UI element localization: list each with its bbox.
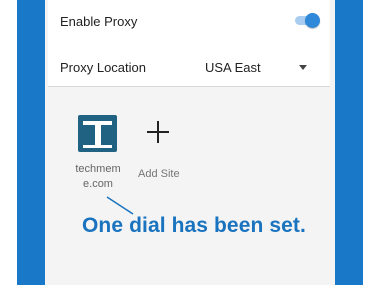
plus-icon[interactable]	[147, 121, 169, 143]
chevron-down-icon[interactable]	[299, 65, 307, 70]
phone-frame-right	[335, 0, 363, 285]
logo-base	[83, 145, 112, 148]
enable-proxy-toggle[interactable]	[295, 13, 320, 28]
phone-frame-left	[17, 0, 45, 285]
enable-proxy-row[interactable]: Enable Proxy	[48, 6, 330, 36]
techmeme-logo-icon[interactable]	[78, 115, 117, 152]
plus-vertical	[157, 121, 159, 143]
annotation-caption: One dial has been set.	[82, 214, 306, 237]
proxy-location-label: Proxy Location	[60, 60, 146, 75]
dial-label-line-1: techmem	[75, 163, 121, 175]
enable-proxy-label: Enable Proxy	[60, 14, 138, 29]
settings-card: Enable Proxy Proxy Location USA East	[48, 0, 330, 87]
dial-label-techmeme[interactable]: techmem e.com	[70, 162, 126, 192]
toggle-knob	[305, 13, 320, 28]
dial-label-line-2: e.com	[83, 178, 113, 190]
app-screen: Enable Proxy Proxy Location USA East tec…	[45, 0, 335, 285]
add-site-label[interactable]: Add Site	[138, 168, 180, 180]
proxy-location-select[interactable]: USA East	[205, 60, 261, 75]
logo-stem	[95, 125, 101, 146]
proxy-location-row[interactable]: Proxy Location USA East	[48, 52, 330, 82]
